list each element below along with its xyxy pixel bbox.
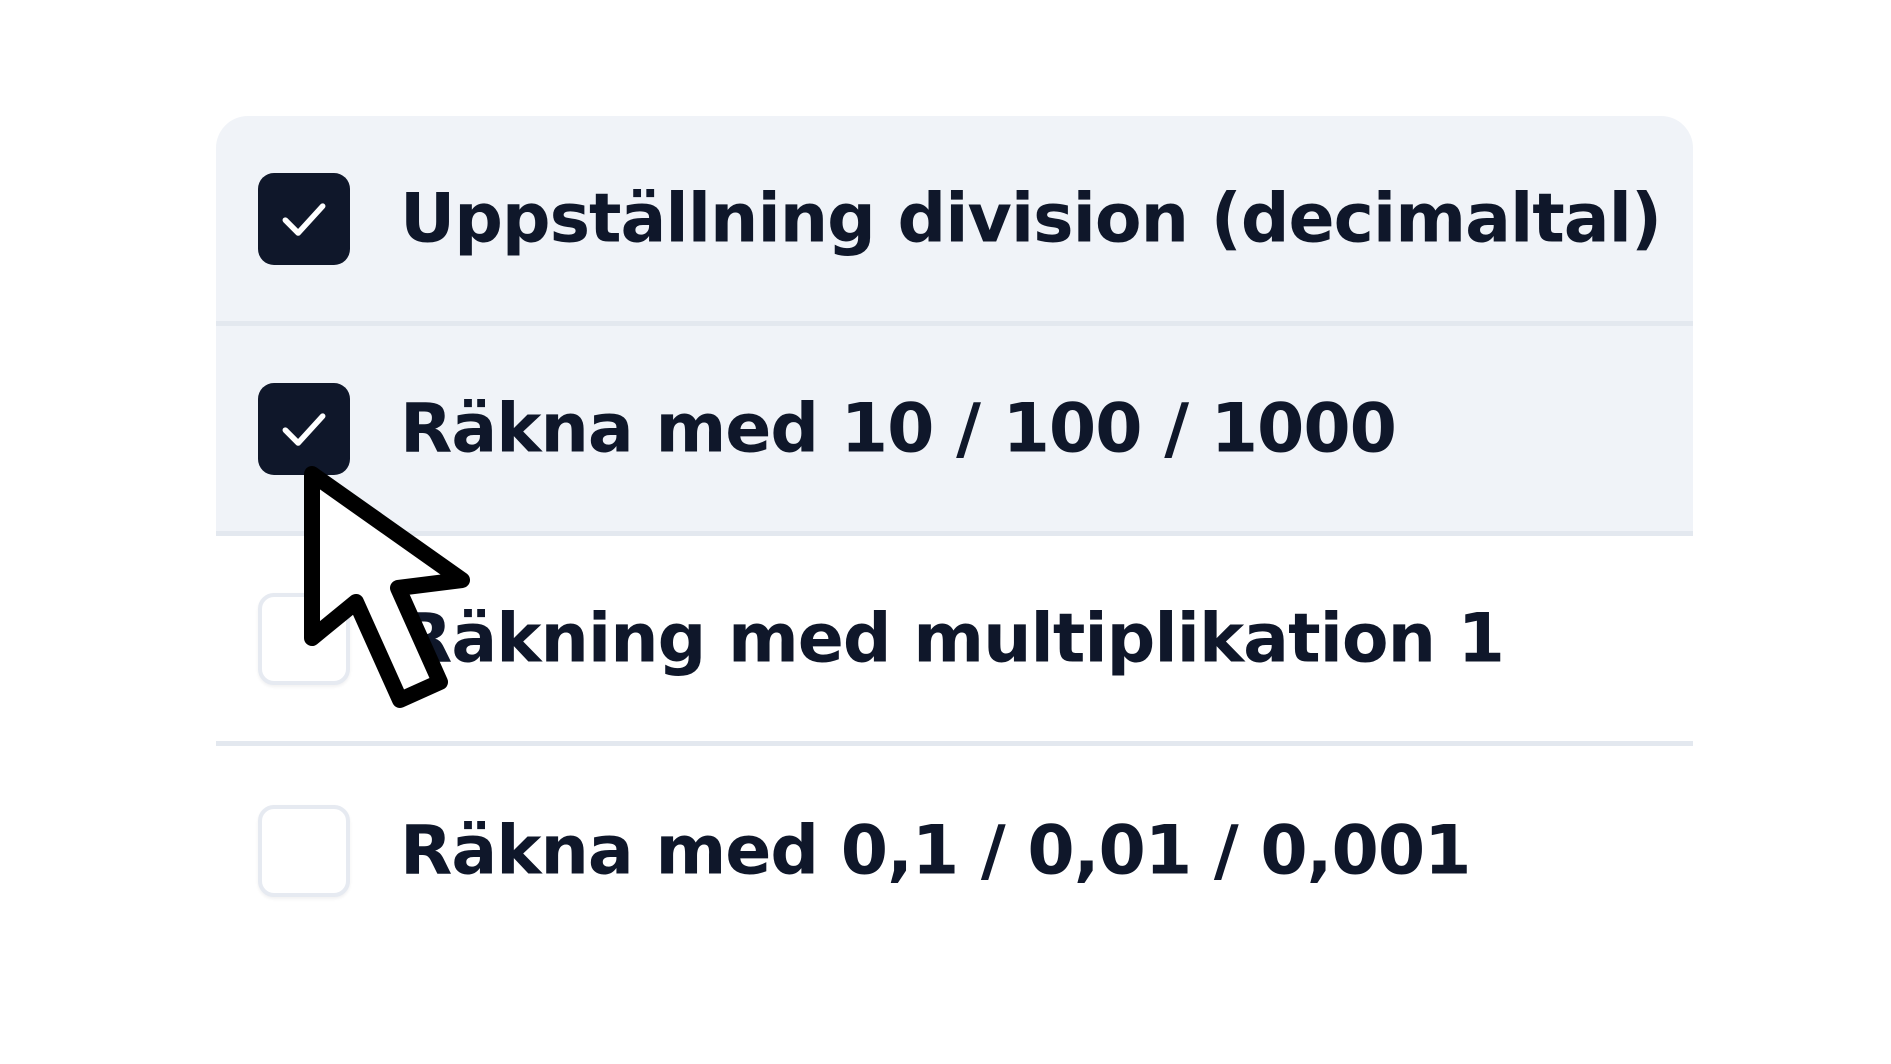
checkmark-icon <box>282 412 326 446</box>
checkbox-checked[interactable] <box>258 172 350 265</box>
option-label: Räkning med multiplikation 1 <box>400 599 1505 678</box>
option-uppstallning-division[interactable]: Uppställning division (decimaltal) <box>216 116 1693 326</box>
option-label: Räkna med 0,1 / 0,01 / 0,001 <box>400 811 1471 891</box>
option-rakning-med-multiplikation-1[interactable]: Räkning med multiplikation 1 <box>216 536 1693 746</box>
checkbox-unchecked[interactable] <box>258 805 350 897</box>
option-rakna-med-0-1-0-01-0-001[interactable]: Räkna med 0,1 / 0,01 / 0,001 <box>216 746 1693 956</box>
checkmark-icon <box>282 202 326 236</box>
option-label: Uppställning division (decimaltal) <box>400 179 1662 258</box>
checkbox-checked[interactable] <box>258 382 350 475</box>
checkbox-unchecked[interactable] <box>258 592 350 685</box>
option-rakna-med-10-100-1000[interactable]: Räkna med 10 / 100 / 1000 <box>216 326 1693 536</box>
topic-checklist: Uppställning division (decimaltal) Räkna… <box>216 116 1693 956</box>
option-label: Räkna med 10 / 100 / 1000 <box>400 389 1397 468</box>
